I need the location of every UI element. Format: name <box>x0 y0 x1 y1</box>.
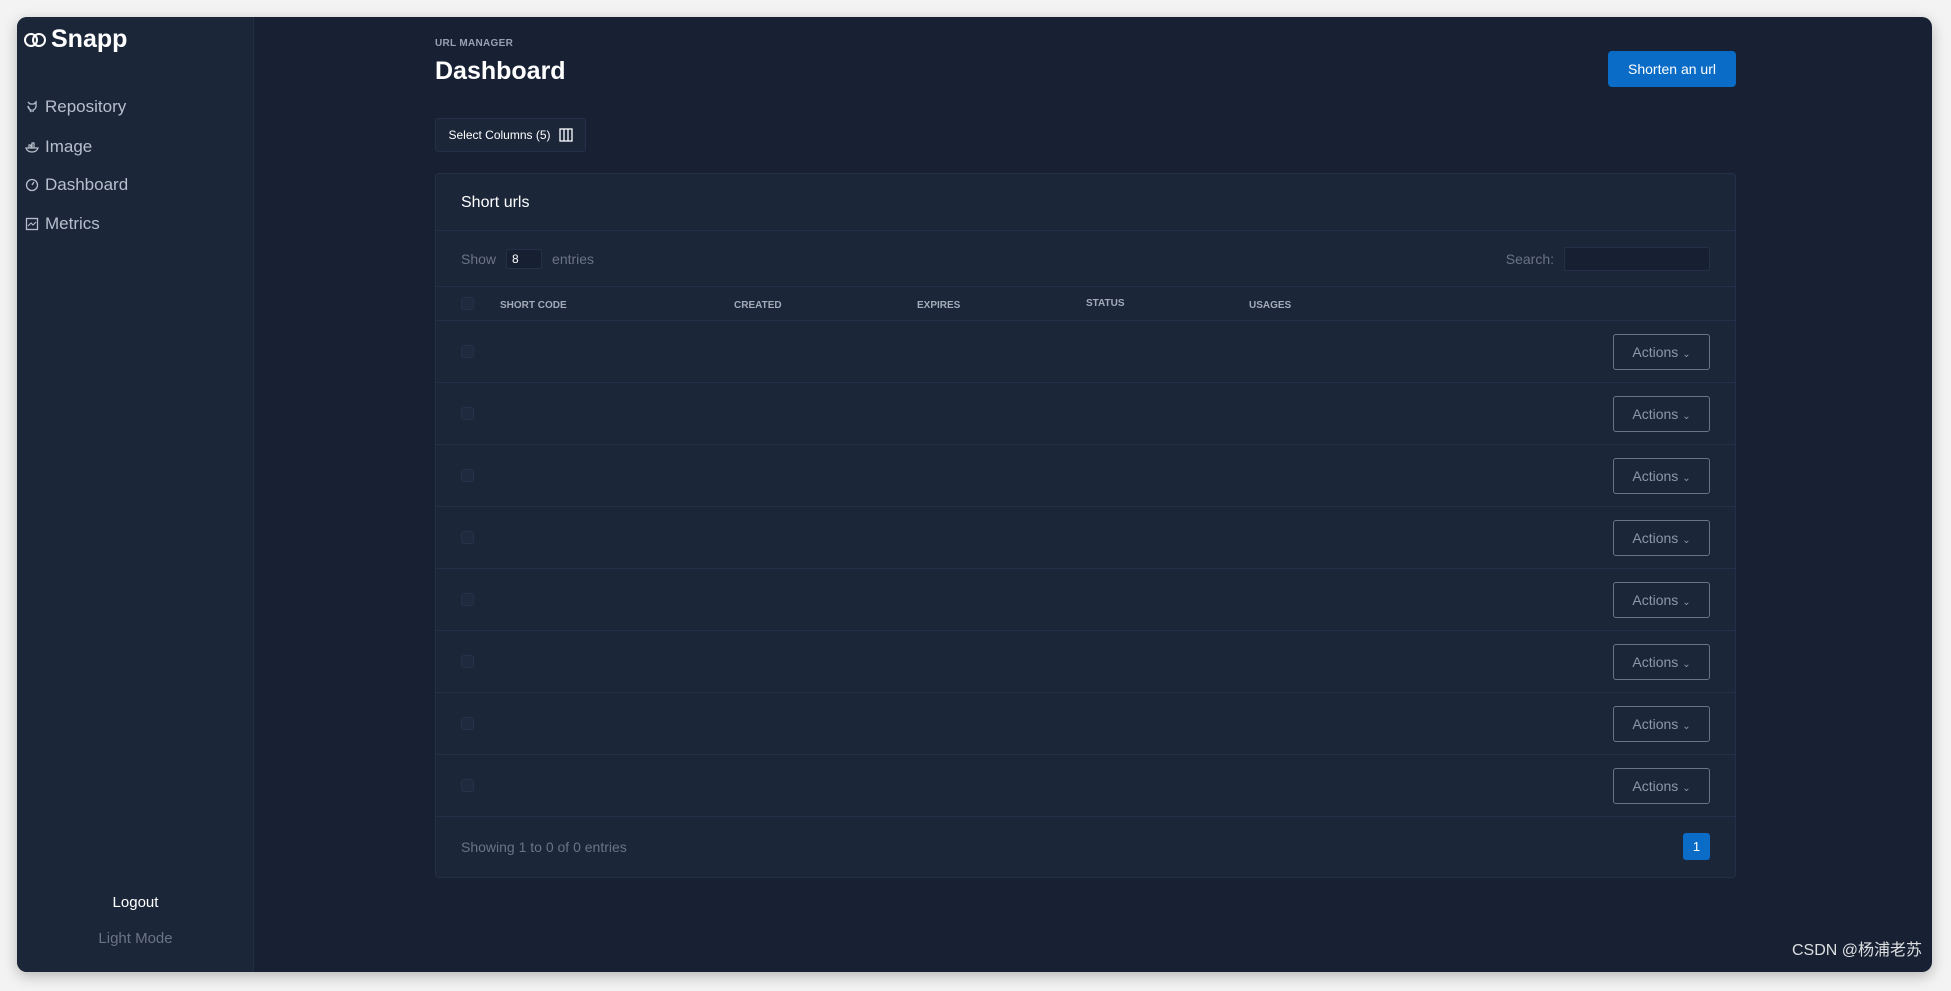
table-row: Actions ⌄ <box>436 445 1735 507</box>
docker-icon <box>25 142 39 153</box>
chevron-down-icon: ⌄ <box>1682 473 1691 484</box>
column-expires[interactable]: EXPIRES <box>917 300 960 311</box>
main-content: URL MANAGER Dashboard Shorten an url Sel… <box>254 17 1932 972</box>
app-window: Snapp Repository Image Dashboard Metrics… <box>17 17 1932 972</box>
column-usages[interactable]: USAGES <box>1249 300 1291 311</box>
search-label: Search: <box>1505 251 1554 267</box>
actions-label: Actions <box>1632 716 1679 732</box>
select-all-checkbox[interactable] <box>461 297 474 310</box>
actions-label: Actions <box>1632 778 1679 794</box>
chevron-down-icon: ⌄ <box>1682 535 1691 546</box>
sidebar-item-dashboard[interactable]: Dashboard <box>25 175 128 195</box>
entries-label: entries <box>552 251 595 267</box>
row-checkbox[interactable] <box>461 717 474 730</box>
breadcrumb: URL MANAGER <box>435 38 514 49</box>
table-row: Actions ⌄ <box>436 693 1735 755</box>
table-row: Actions ⌄ <box>436 631 1735 693</box>
actions-label: Actions <box>1632 654 1679 670</box>
table-controls: Show entries Search: <box>436 231 1735 287</box>
search-input[interactable] <box>1564 247 1710 271</box>
sidebar: Snapp Repository Image Dashboard Metrics… <box>17 17 254 972</box>
app-logo[interactable]: Snapp <box>23 25 127 54</box>
actions-dropdown-button[interactable]: Actions ⌄ <box>1613 706 1710 742</box>
chevron-down-icon: ⌄ <box>1682 597 1691 608</box>
sidebar-item-label: Image <box>45 137 93 156</box>
sidebar-item-image[interactable]: Image <box>25 137 92 157</box>
sidebar-item-label: Dashboard <box>45 175 129 194</box>
logout-button[interactable]: Logout <box>17 894 254 911</box>
card-title: Short urls <box>436 174 1735 231</box>
github-icon <box>27 100 37 113</box>
row-checkbox[interactable] <box>461 593 474 606</box>
actions-dropdown-button[interactable]: Actions ⌄ <box>1613 334 1710 370</box>
actions-label: Actions <box>1632 406 1679 422</box>
link-rings-icon <box>24 32 46 47</box>
actions-dropdown-button[interactable]: Actions ⌄ <box>1613 768 1710 804</box>
table-footer: Showing 1 to 0 of 0 entries 1 <box>436 817 1735 878</box>
light-mode-toggle[interactable]: Light Mode <box>17 930 254 947</box>
sidebar-item-label: Metrics <box>45 214 100 233</box>
row-checkbox[interactable] <box>461 531 474 544</box>
watermark: CSDN @杨浦老苏 <box>1791 942 1922 959</box>
columns-icon <box>558 128 573 142</box>
actions-label: Actions <box>1632 344 1679 360</box>
actions-dropdown-button[interactable]: Actions ⌄ <box>1613 458 1710 494</box>
actions-label: Actions <box>1632 592 1679 608</box>
chevron-down-icon: ⌄ <box>1682 411 1691 422</box>
chevron-down-icon: ⌄ <box>1682 783 1691 794</box>
table-row: Actions ⌄ <box>436 507 1735 569</box>
actions-dropdown-button[interactable]: Actions ⌄ <box>1613 520 1710 556</box>
entries-info: Showing 1 to 0 of 0 entries <box>461 839 627 855</box>
short-urls-card: Short urls Show entries Search: SHORT CO… <box>435 173 1736 878</box>
row-checkbox[interactable] <box>461 407 474 420</box>
row-checkbox[interactable] <box>461 345 474 358</box>
app-name: Snapp <box>51 25 128 53</box>
row-checkbox[interactable] <box>461 655 474 668</box>
chevron-down-icon: ⌄ <box>1682 659 1691 670</box>
chevron-down-icon: ⌄ <box>1682 721 1691 732</box>
row-checkbox[interactable] <box>461 779 474 792</box>
column-status[interactable]: STATUS <box>1086 298 1125 309</box>
actions-dropdown-button[interactable]: Actions ⌄ <box>1613 644 1710 680</box>
select-columns-label: Select Columns (5) <box>448 128 551 142</box>
page-1-button[interactable]: 1 <box>1683 833 1710 860</box>
row-checkbox[interactable] <box>461 469 474 482</box>
table-row: Actions ⌄ <box>436 569 1735 631</box>
sidebar-item-metrics[interactable]: Metrics <box>25 214 100 234</box>
table-row: Actions ⌄ <box>436 755 1735 817</box>
chevron-down-icon: ⌄ <box>1682 349 1691 360</box>
actions-label: Actions <box>1632 468 1679 484</box>
shorten-url-button[interactable]: Shorten an url <box>1608 51 1736 87</box>
table-row: Actions ⌄ <box>436 383 1735 445</box>
page-size-input[interactable] <box>506 249 543 269</box>
page-title: Dashboard <box>435 57 566 85</box>
table-header: SHORT CODE CREATED EXPIRES STATUS USAGES <box>436 287 1735 321</box>
gauge-icon <box>25 178 39 192</box>
column-created[interactable]: CREATED <box>734 300 782 311</box>
table-row: Actions ⌄ <box>436 321 1735 383</box>
actions-dropdown-button[interactable]: Actions ⌄ <box>1613 582 1710 618</box>
chart-icon <box>25 217 39 231</box>
sidebar-item-repository[interactable]: Repository <box>25 97 126 117</box>
show-label: Show <box>461 251 497 267</box>
actions-dropdown-button[interactable]: Actions ⌄ <box>1613 396 1710 432</box>
column-short-code[interactable]: SHORT CODE <box>500 300 567 311</box>
sidebar-item-label: Repository <box>45 97 127 116</box>
select-columns-button[interactable]: Select Columns (5) <box>435 118 586 152</box>
actions-label: Actions <box>1632 530 1679 546</box>
